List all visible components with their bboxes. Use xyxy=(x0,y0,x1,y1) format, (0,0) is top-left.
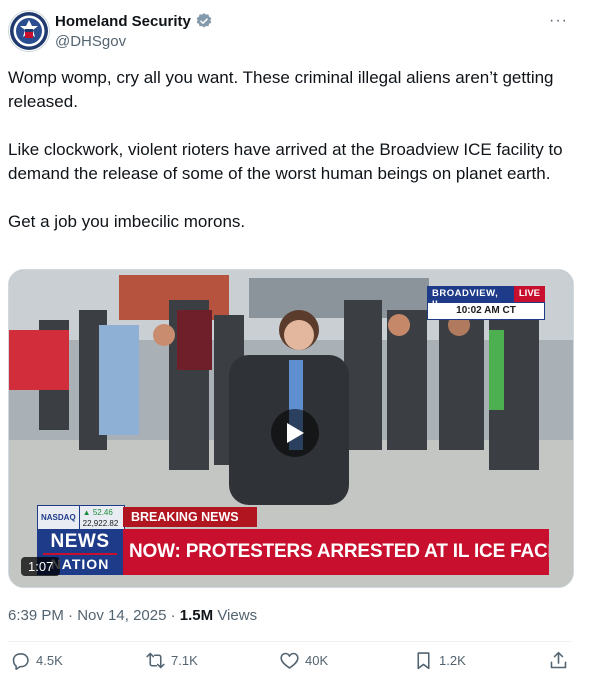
heart-icon xyxy=(280,652,299,669)
action-bar: 4.5K 7.1K 40K 1.2K xyxy=(0,650,590,684)
avatar[interactable] xyxy=(8,10,50,52)
views-count: 1.5M xyxy=(179,607,214,624)
ticker-name: NASDAQ xyxy=(38,506,80,530)
tweet-date[interactable]: Nov 14, 2025 xyxy=(77,607,166,624)
tweet-meta: 6:39 PM · Nov 14, 2025 · 1.5M Views xyxy=(8,607,257,624)
meta-separator: · xyxy=(68,607,74,624)
location-label: BROADVIEW, IL xyxy=(427,286,514,310)
divider xyxy=(8,641,572,642)
tweet-paragraph: Get a job you imbecilic morons. xyxy=(8,212,246,231)
location-banner: BROADVIEW, IL LIVE 10:02 AM CT xyxy=(427,286,545,320)
handle[interactable]: @DHSgov xyxy=(55,33,126,50)
share-icon xyxy=(550,651,567,669)
repost-button[interactable]: 7.1K xyxy=(145,650,198,671)
broadcast-clock: 10:02 AM CT xyxy=(427,302,545,320)
share-button[interactable] xyxy=(548,650,569,671)
bookmark-button[interactable]: 1.2K xyxy=(413,650,466,671)
dhs-seal-icon xyxy=(10,12,48,50)
ticker-value: 22,922.82 xyxy=(82,519,119,528)
author-name-row: Homeland Security xyxy=(55,12,213,30)
display-name[interactable]: Homeland Security xyxy=(55,13,191,30)
tweet-text: Womp womp, cry all you want. These crimi… xyxy=(8,66,580,258)
play-icon xyxy=(287,423,304,443)
views-label: Views xyxy=(217,607,258,624)
live-badge: LIVE xyxy=(513,286,545,302)
bookmark-count: 1.2K xyxy=(439,653,466,668)
play-button[interactable] xyxy=(271,409,319,457)
video-duration: 1:07 xyxy=(21,557,61,576)
verified-badge-icon xyxy=(195,12,213,30)
tweet: Homeland Security @DHSgov ··· Womp womp,… xyxy=(0,0,590,691)
logo-line-1: NEWS xyxy=(43,531,117,555)
tweet-time[interactable]: 6:39 PM xyxy=(8,607,64,624)
news-headline: NOW: PROTESTERS ARRESTED AT IL ICE FACIL… xyxy=(123,529,549,575)
more-options-icon[interactable]: ··· xyxy=(549,12,568,30)
breaking-news-label: BREAKING NEWS xyxy=(123,507,257,527)
like-button[interactable]: 40K xyxy=(279,650,328,671)
reply-count: 4.5K xyxy=(36,653,63,668)
ticker-change: ▲ 52.46 xyxy=(82,508,113,517)
reply-button[interactable]: 4.5K xyxy=(10,650,63,671)
like-count: 40K xyxy=(305,653,329,668)
bookmark-icon xyxy=(417,652,430,670)
meta-separator: · xyxy=(170,607,176,624)
video-player[interactable]: BROADVIEW, IL LIVE 10:02 AM CT NASDAQ ▲ … xyxy=(8,269,574,588)
repost-count: 7.1K xyxy=(171,653,198,668)
repost-icon xyxy=(146,652,165,669)
reply-icon xyxy=(12,653,29,671)
stock-ticker: NASDAQ ▲ 52.46 22,922.82 xyxy=(37,505,125,531)
tweet-paragraph: Like clockwork, violent rioters have arr… xyxy=(8,140,568,183)
tweet-paragraph: Womp womp, cry all you want. These crimi… xyxy=(8,68,559,111)
